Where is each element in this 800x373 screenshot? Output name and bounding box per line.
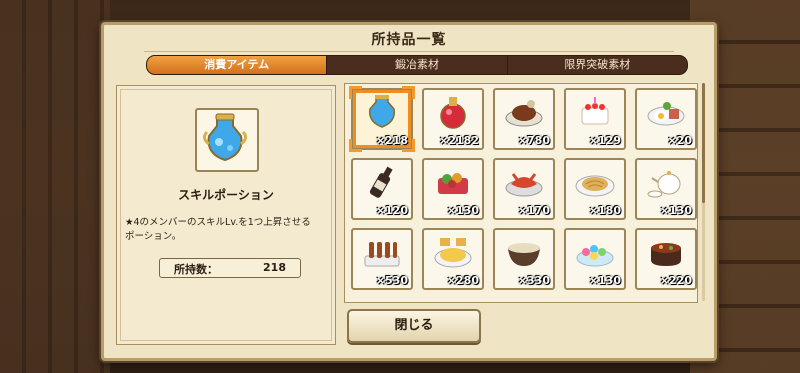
tab-limit-break-materials[interactable]: 限界突破素材 [506,56,687,74]
item-count: ×220 [659,274,692,287]
item-slot-skewers[interactable]: ×530 [351,228,413,290]
close-button[interactable]: 閉じる [347,309,481,343]
item-count: ×130 [659,204,692,217]
item-slot-salad-bowl[interactable]: ×130 [422,158,484,220]
item-slot-pasta-plate[interactable]: ×180 [564,158,626,220]
item-slot-colorful-sweets[interactable]: ×130 [564,228,626,290]
item-count: ×130 [588,274,621,287]
item-slot-tea-set[interactable]: ×130 [635,158,697,220]
tea-set-icon [647,171,681,198]
stew-pot-icon [651,243,681,266]
item-name: スキルポーション [178,188,274,202]
skill-potion-icon [369,95,395,128]
item-slot-skill-potion[interactable]: ×218 [349,86,415,152]
tab-smithing-materials[interactable]: 鍛冶素材 [326,56,506,74]
item-count: ×130 [446,204,479,217]
tab-consumables[interactable]: 消費アイテム [147,56,327,74]
background-shelves-left [0,0,110,373]
title-divider [144,51,674,52]
selection-corner [402,86,415,99]
item-slot-roast-meat[interactable]: ×780 [493,88,555,150]
inventory-dialog: 所持品一覧 消費アイテム 鍛冶素材 限界突破素材 スキルポーション ★4のメンバ… [101,22,717,361]
red-potion-icon [440,97,466,129]
soup-bowl-icon [508,243,540,266]
birthday-cake-icon [581,97,609,125]
item-detail-panel: スキルポーション ★4のメンバーのスキルLv.を1つ上昇させる ポーション。 所… [116,85,336,345]
item-slot-red-potion[interactable]: ×2182 [422,88,484,150]
item-slot-soup-bowl[interactable]: ×330 [493,228,555,290]
item-count: ×218 [375,134,408,147]
item-description-line2: ポーション。 [125,231,182,242]
item-grid-scroll[interactable]: ×218 ×2182 ×780 ×129 ×20 ×120 ×130 ×170 … [344,83,698,303]
lobster-dish-icon [505,173,543,197]
category-tabs: 消費アイテム 鍛冶素材 限界突破素材 [146,55,688,75]
item-count: ×330 [517,274,550,287]
item-count: ×280 [446,274,479,287]
owned-label: 所持数： [174,263,218,276]
pasta-plate-icon [575,175,615,197]
item-description-line1: ★4のメンバーのスキルLv.を1つ上昇させる [125,217,311,228]
skewers-icon [364,242,400,267]
colorful-sweets-icon [576,245,614,267]
item-count: ×170 [517,204,550,217]
roast-meat-icon [505,100,543,127]
dialog-title: 所持品一覧 [371,32,447,48]
item-slot-wine-bottle[interactable]: ×120 [351,158,413,220]
salad-bowl-icon [438,173,468,194]
skill-potion-icon [195,108,259,172]
item-count: ×780 [517,134,550,147]
item-slot-fried-rice[interactable]: ×280 [422,228,484,290]
item-description: ★4のメンバーのスキルLv.を1つ上昇させる ポーション。 [125,216,329,244]
item-grid: ×218 ×2182 ×780 ×129 ×20 ×120 ×130 ×170 … [349,86,697,290]
item-slot-lobster-dish[interactable]: ×170 [493,158,555,220]
wine-bottle-icon [369,166,393,198]
item-slot-birthday-cake[interactable]: ×129 [564,88,626,150]
item-slot-stew-pot[interactable]: ×220 [635,228,697,290]
item-count: ×530 [375,274,408,287]
item-slot-bacon-egg[interactable]: ×20 [635,88,697,150]
scrollbar-thumb[interactable] [702,83,705,203]
selection-corner [349,139,362,152]
fried-rice-icon [434,238,472,268]
item-count: ×180 [588,204,621,217]
owned-count-box: 所持数： 218 [159,258,301,278]
item-count: ×20 [667,134,692,147]
item-count: ×129 [588,134,621,147]
bacon-egg-icon [647,102,685,126]
item-count: ×2182 [439,134,479,147]
item-grid-scrollbar[interactable] [702,83,705,301]
item-count: ×120 [375,204,408,217]
owned-value: 218 [263,261,286,274]
